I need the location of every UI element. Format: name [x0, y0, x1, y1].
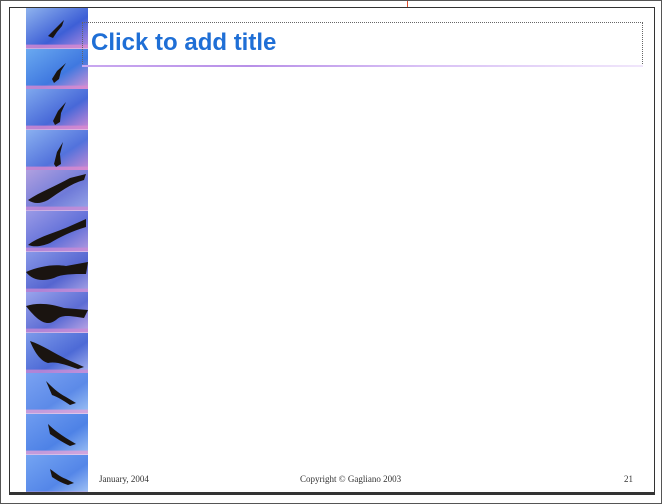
eagle-tile-icon [26, 332, 88, 374]
slide-canvas: Click to add title January, 2004 Copyrig… [0, 0, 662, 504]
eagle-icon [26, 170, 88, 211]
eagle-tile-icon [26, 89, 88, 130]
eagle-tile-icon [26, 211, 88, 252]
eagle-icon [26, 414, 88, 455]
eagle-icon [26, 129, 88, 171]
eagle-image-strip [26, 8, 88, 492]
eagle-tile-icon [26, 454, 88, 492]
title-placeholder-text[interactable]: Click to add title [91, 29, 276, 57]
footer-page-number: 21 [624, 474, 633, 484]
title-placeholder[interactable]: Click to add title [82, 22, 643, 66]
eagle-tile-icon [26, 414, 88, 455]
slide: Click to add title January, 2004 Copyrig… [9, 7, 655, 495]
eagle-icon [26, 48, 88, 90]
title-underline [82, 65, 643, 67]
eagle-icon [26, 292, 88, 333]
eagle-icon [26, 332, 88, 374]
eagle-icon [26, 373, 88, 414]
eagle-tile-icon [26, 292, 88, 333]
footer-date: January, 2004 [99, 474, 149, 484]
eagle-tile-icon [26, 373, 88, 414]
eagle-tile-icon [26, 251, 88, 293]
eagle-icon [26, 211, 88, 252]
eagle-tile-icon [26, 48, 88, 90]
eagle-icon [26, 89, 88, 130]
eagle-tile-icon [26, 170, 88, 211]
eagle-icon [26, 251, 88, 293]
eagle-tile-icon [26, 129, 88, 171]
footer-copyright: Copyright © Gagliano 2003 [300, 474, 402, 484]
eagle-tile-icon [26, 8, 88, 49]
eagle-icon [26, 454, 88, 492]
eagle-icon [26, 8, 88, 49]
